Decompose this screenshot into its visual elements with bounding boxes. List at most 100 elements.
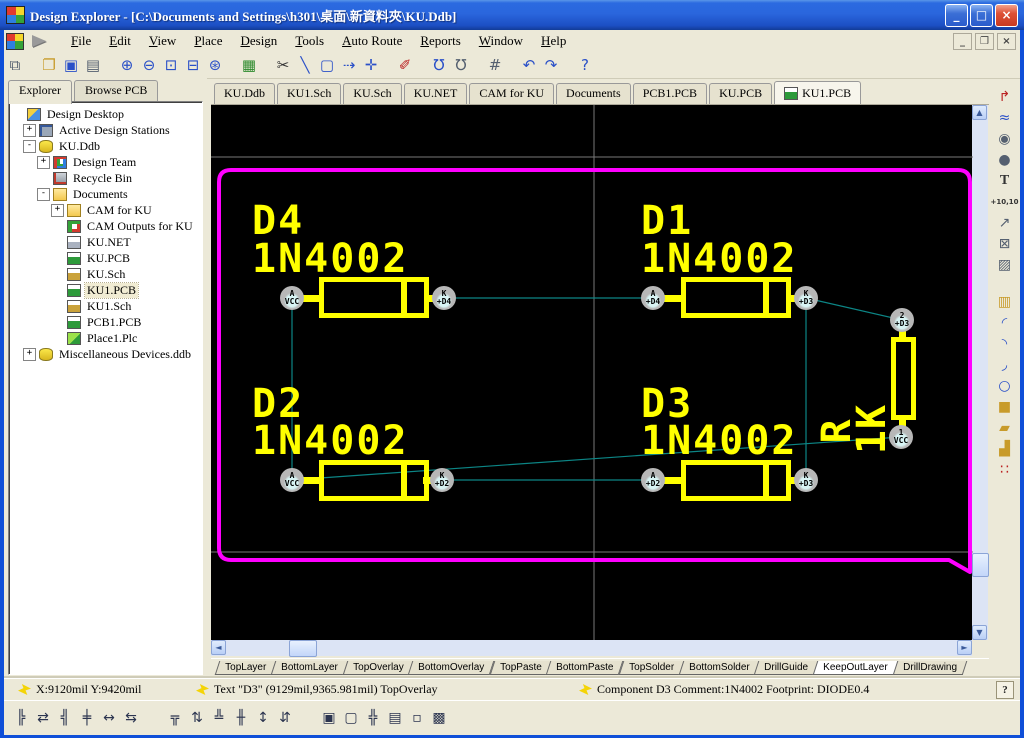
menu-edit[interactable]: Edit [100, 31, 140, 51]
minimize-button[interactable]: _ [945, 4, 968, 27]
center-horizontal-icon[interactable]: ╪ [76, 708, 98, 728]
undo-icon[interactable]: ↶ [518, 55, 540, 75]
wand-icon[interactable]: ✐ [394, 55, 416, 75]
scroll-up-icon[interactable]: ▲ [972, 105, 987, 120]
component-d3-body[interactable] [681, 460, 791, 501]
pad-r-1[interactable]: 1VCC [889, 425, 913, 449]
component-d4-body[interactable] [319, 277, 429, 318]
layer-tab-keepoutlayer[interactable]: KeepOutLayer [813, 661, 898, 675]
expander-icon[interactable]: + [37, 156, 50, 169]
tree-item-ku-ddb[interactable]: -KU.Ddb [11, 138, 200, 154]
space-vertical-icon[interactable]: ↕ [252, 708, 274, 728]
tree-item-documents[interactable]: -Documents [11, 186, 200, 202]
pad-icon[interactable]: ● [993, 149, 1017, 170]
silkscreen-value-d1[interactable]: 1N4002 [641, 243, 798, 275]
pad-d2-a[interactable]: AVCC [280, 468, 304, 492]
distribute-vertical-icon[interactable]: ⇅ [186, 708, 208, 728]
place-room-icon[interactable]: ▫ [406, 708, 428, 728]
align-top-icon[interactable]: ╦ [164, 708, 186, 728]
menu-auto-route[interactable]: Auto Route [333, 31, 411, 51]
expander-icon[interactable]: + [51, 204, 64, 217]
arc-edge-icon[interactable]: ◜ [993, 312, 1017, 333]
pad-d1-k[interactable]: K+D3 [794, 286, 818, 310]
zoom-selection-icon[interactable]: ⊛ [204, 55, 226, 75]
track-icon[interactable]: ↱ [993, 86, 1017, 107]
silkscreen-refdes-d3[interactable]: D3 [641, 388, 693, 420]
layer-tab-toplayer[interactable]: TopLayer [215, 661, 277, 675]
silkscreen-value-d3[interactable]: 1N4002 [641, 425, 798, 457]
pad-d4-a[interactable]: AVCC [280, 286, 304, 310]
silkscreen-refdes-d4[interactable]: D4 [252, 205, 304, 237]
scroll-left-icon[interactable]: ◄ [211, 640, 226, 655]
layer-tab-drilldrawing[interactable]: DrillDrawing [892, 661, 966, 675]
layer-tab-bottomoverlay[interactable]: BottomOverlay [408, 661, 495, 675]
menu-reports[interactable]: Reports [411, 31, 469, 51]
silkscreen-value-d2[interactable]: 1N4002 [252, 425, 409, 457]
menu-help[interactable]: Help [532, 31, 575, 51]
tree-item-place1-plc[interactable]: Place1.Plc [11, 330, 200, 346]
print-icon[interactable]: ▤ [82, 55, 104, 75]
tab-explorer[interactable]: Explorer [8, 80, 72, 104]
move-cross-icon[interactable]: ✛ [360, 55, 382, 75]
selection-rect-icon[interactable]: ▢ [316, 55, 338, 75]
expander-icon[interactable]: + [23, 348, 36, 361]
align-right-icon[interactable]: ╣ [54, 708, 76, 728]
expander-icon[interactable]: - [23, 140, 36, 153]
canvas-horizontal-scrollbar[interactable]: ◄ ► [211, 640, 972, 656]
doc-tab-cam-for-ku[interactable]: CAM for KU [469, 83, 554, 104]
mdi-minimize-button[interactable]: _ [953, 33, 972, 50]
doc-tab-documents[interactable]: Documents [556, 83, 631, 104]
tree-item-design-team[interactable]: +Design Team [11, 154, 200, 170]
document-logo-icon[interactable] [6, 33, 24, 50]
pcb-canvas[interactable]: D4 1N4002 AVCC K+D4 D1 1N4002 A+D4 K+D3 … [211, 105, 973, 640]
silkscreen-refdes-d2[interactable]: D2 [252, 388, 304, 420]
tree-item-active-design-stations[interactable]: +Active Design Stations [11, 122, 200, 138]
doc-tab-ku-net[interactable]: KU.NET [404, 83, 468, 104]
tree-item-ku-sch[interactable]: KU.Sch [11, 266, 200, 282]
arc-angle-icon[interactable]: ◞ [993, 354, 1017, 375]
drc-doc-shield-icon[interactable]: ℧ [450, 55, 472, 75]
drc-shield-icon[interactable]: ℧ [428, 55, 450, 75]
redo-icon[interactable]: ↷ [540, 55, 562, 75]
pad-d2-k[interactable]: K+D2 [430, 468, 454, 492]
arc-center-icon[interactable]: ◝ [993, 333, 1017, 354]
arrange-rect-icon[interactable]: ▢ [340, 708, 362, 728]
doc-tab-ku1-sch[interactable]: KU1.Sch [277, 83, 341, 104]
zoom-out-icon[interactable]: ⊖ [138, 55, 160, 75]
menu-design[interactable]: Design [231, 31, 286, 51]
array-place-icon[interactable]: ▩ [428, 708, 450, 728]
tab-browse-pcb[interactable]: Browse PCB [74, 80, 158, 101]
menu-file[interactable]: File [62, 31, 100, 51]
arrange-components-icon[interactable]: ▤ [384, 708, 406, 728]
canvas-vertical-scrollbar[interactable]: ▲ ▼ [972, 105, 988, 640]
mdi-restore-button[interactable]: ❐ [975, 33, 994, 50]
tree-item-ku1-pcb[interactable]: KU1.PCB [11, 282, 200, 298]
layer-tab-bottomlayer[interactable]: BottomLayer [271, 661, 348, 675]
open-document-icon[interactable]: ❐ [38, 55, 60, 75]
move-to-grid-icon[interactable]: ╬ [362, 708, 384, 728]
pad-d3-a[interactable]: A+D2 [641, 468, 665, 492]
mdi-close-button[interactable]: × [997, 33, 1016, 50]
fill-icon[interactable]: ■ [993, 396, 1017, 417]
close-button[interactable]: × [995, 4, 1018, 27]
knife-icon[interactable]: ✂ [272, 55, 294, 75]
pad-r-2[interactable]: 2+D3 [890, 308, 914, 332]
pad-d3-k[interactable]: K+D3 [794, 468, 818, 492]
tree-item-cam-outputs[interactable]: CAM Outputs for KU [11, 218, 200, 234]
doc-tab-ku1-pcb[interactable]: KU1.PCB [774, 81, 861, 104]
pad-d1-a[interactable]: A+D4 [641, 286, 665, 310]
zoom-in-icon[interactable]: ⊕ [116, 55, 138, 75]
polygon-icon[interactable]: ▰ [993, 417, 1017, 438]
component-d2-body[interactable] [319, 460, 429, 501]
title-bar[interactable]: Design Explorer - [C:\Documents and Sett… [0, 0, 1024, 30]
component-icon[interactable]: ▥ [993, 291, 1017, 312]
tree-item-ku-net[interactable]: KU.NET [11, 234, 200, 250]
dimension-icon[interactable]: ↗ [993, 212, 1017, 233]
arrange-room-icon[interactable]: ▣ [318, 708, 340, 728]
move-dots-icon[interactable]: ⇢ [338, 55, 360, 75]
maximize-button[interactable]: □ [970, 4, 993, 27]
layer-tab-drillguide[interactable]: DrillGuide [754, 661, 818, 675]
menu-place[interactable]: Place [185, 31, 231, 51]
layer-tab-topsolder[interactable]: TopSolder [618, 661, 684, 675]
layer-tab-topoverlay[interactable]: TopOverlay [343, 661, 414, 675]
